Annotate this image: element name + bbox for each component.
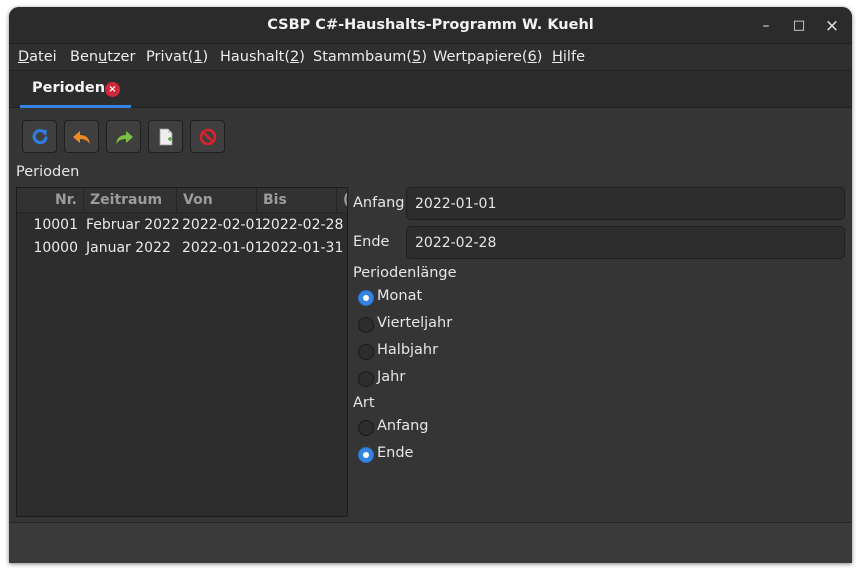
periodenlaenge-label: Periodenlänge — [353, 265, 457, 281]
maximize-button[interactable]: □ — [789, 16, 809, 36]
menu-haushalt[interactable]: Haushalt(2) — [220, 44, 305, 71]
menubar: Datei Benutzer Privat(1) Haushalt(2) Sta… — [9, 44, 852, 71]
ende-label: Ende — [353, 234, 390, 250]
anfang-label: Anfang — [353, 195, 405, 211]
art-label: Art — [353, 395, 375, 411]
close-button[interactable]: × — [822, 16, 842, 36]
ende-field[interactable] — [406, 226, 845, 259]
menu-stammbaum[interactable]: Stammbaum(5) — [313, 44, 427, 71]
redo-button[interactable] — [106, 120, 141, 153]
column-header-more[interactable]: ( — [337, 188, 347, 213]
window-title: CSBP C#-Haushalts-Programm W. Kuehl — [267, 17, 594, 33]
cell-nr: 10000 — [33, 240, 78, 256]
cell-zeitraum: Januar 2022 — [86, 240, 171, 256]
delete-button[interactable] — [190, 120, 225, 153]
app-window: CSBP C#-Haushalts-Programm W. Kuehl – □ … — [9, 7, 852, 563]
column-header-nr[interactable]: Nr. — [17, 188, 84, 213]
column-header-bis[interactable]: Bis — [257, 188, 337, 213]
menu-wertpapiere[interactable]: Wertpapiere(6) — [433, 44, 542, 71]
radio-label: Ende — [377, 445, 414, 461]
column-header-zeitraum[interactable]: Zeitraum — [84, 188, 177, 213]
radio-unchecked-icon — [358, 344, 374, 360]
radio-label: Anfang — [377, 418, 429, 434]
undo-button[interactable] — [64, 120, 99, 153]
tab-close-icon[interactable]: × — [105, 82, 120, 97]
perioden-table[interactable]: Nr. Zeitraum Von Bis ( 10001 Februar 202… — [16, 187, 348, 517]
refresh-button[interactable] — [22, 120, 57, 153]
table-header: Nr. Zeitraum Von Bis ( — [17, 188, 347, 213]
cell-nr: 10001 — [33, 217, 78, 233]
radio-checked-icon — [358, 290, 374, 306]
cell-bis: 2022-01-31 — [262, 240, 344, 256]
tab-perioden[interactable]: Perioden × — [20, 71, 131, 108]
cell-von: 2022-01-01 — [182, 240, 264, 256]
radio-label: Jahr — [377, 369, 406, 385]
radio-label: Halbjahr — [377, 342, 439, 358]
column-header-von[interactable]: Von — [177, 188, 257, 213]
status-bar — [9, 522, 852, 563]
cell-bis: 2022-02-28 — [262, 217, 344, 233]
new-document-icon — [159, 128, 173, 146]
minimize-button[interactable]: – — [756, 16, 776, 36]
cell-von: 2022-02-01 — [182, 217, 264, 233]
radio-unchecked-icon — [358, 371, 374, 387]
new-button[interactable] — [148, 120, 183, 153]
radio-label: Vierteljahr — [377, 315, 453, 331]
titlebar: CSBP C#-Haushalts-Programm W. Kuehl – □ … — [9, 7, 852, 44]
undo-icon — [73, 131, 90, 144]
list-label: Perioden — [16, 164, 80, 180]
cell-zeitraum: Februar 2022 — [86, 217, 180, 233]
tab-bar: Perioden × — [9, 71, 852, 108]
radio-unchecked-icon — [358, 420, 374, 436]
delete-icon — [199, 128, 217, 146]
radio-checked-icon — [358, 447, 374, 463]
anfang-field[interactable] — [406, 187, 845, 220]
tab-label: Perioden — [32, 80, 106, 96]
menu-datei[interactable]: Datei — [18, 44, 57, 71]
menu-privat[interactable]: Privat(1) — [146, 44, 208, 71]
table-row[interactable]: 10000 Januar 2022 2022-01-01 2022-01-31 — [17, 237, 347, 260]
refresh-icon — [32, 128, 48, 145]
redo-icon — [116, 131, 133, 144]
menu-benutzer[interactable]: Benutzer — [70, 44, 135, 71]
radio-unchecked-icon — [358, 317, 374, 333]
menu-hilfe[interactable]: Hilfe — [552, 44, 585, 71]
radio-label: Monat — [377, 288, 423, 304]
table-row[interactable]: 10001 Februar 2022 2022-02-01 2022-02-28 — [17, 214, 347, 237]
